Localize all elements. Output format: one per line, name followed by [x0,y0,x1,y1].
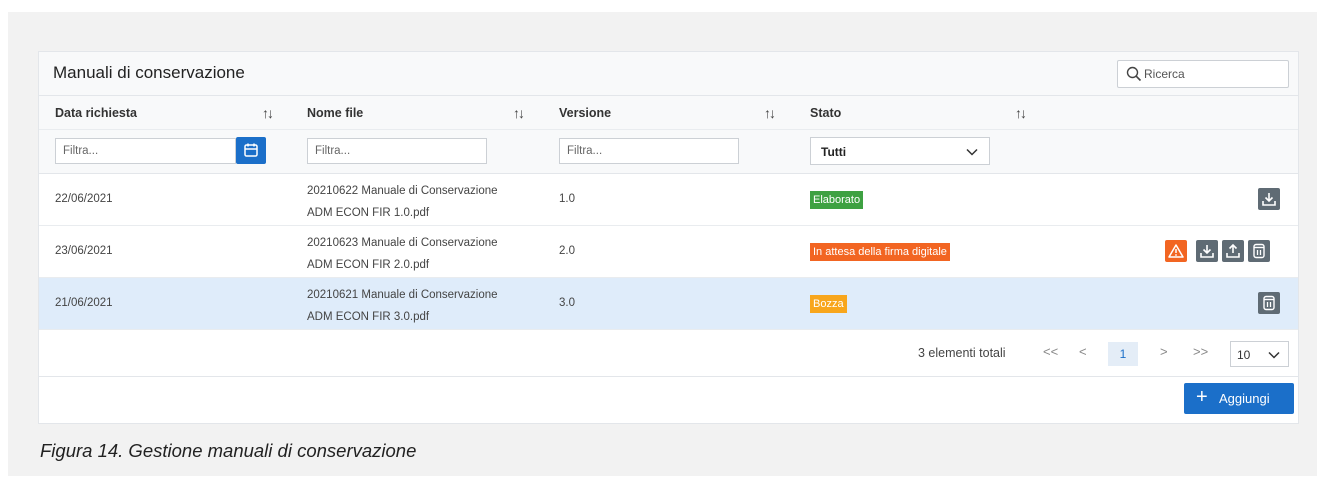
cell-version: 1.0 [559,193,575,205]
column-header-nome-file[interactable]: Nome file [307,106,363,120]
cell-date: 23/06/2021 [55,245,113,257]
filter-row: Tutti [39,130,1298,174]
cell-file-name: 20210622 Manuale di Conservazione ADM EC… [307,180,517,224]
sort-arrows-icon[interactable]: ↑↓ [513,105,525,121]
page-size-value: 10 [1237,348,1251,362]
first-page-button[interactable]: << [1043,344,1058,359]
version-filter-input[interactable] [559,138,739,164]
table-row[interactable]: 23/06/2021 20210623 Manuale di Conservaz… [39,226,1298,278]
pagination-bar: 3 elementi totali << < 1 > >> 10 [39,331,1298,377]
sort-arrows-icon[interactable]: ↑↓ [764,105,776,121]
manuali-panel: Manuali di conservazione Data richiesta … [38,51,1299,424]
delete-button[interactable] [1248,240,1270,262]
status-badge: In attesa della firma digitale [810,243,950,261]
file-name-line: 20210622 Manuale di Conservazione [307,185,498,197]
file-name-line: ADM ECON FIR 3.0.pdf [307,311,430,323]
sort-arrows-icon[interactable]: ↑↓ [1015,105,1027,121]
panel-title: Manuali di conservazione [53,63,245,82]
file-name-line: ADM ECON FIR 1.0.pdf [307,207,430,219]
search-box[interactable] [1117,60,1289,88]
table-header: Data richiesta ↑↓ Nome file ↑↓ Versione … [39,96,1298,130]
sort-arrows-icon[interactable]: ↑↓ [262,105,274,121]
file-name-line: 20210621 Manuale di Conservazione [307,289,498,301]
table-row[interactable]: 21/06/2021 20210621 Manuale di Conservaz… [39,278,1298,330]
trash-icon [1253,243,1265,259]
date-filter-input[interactable] [55,138,236,164]
cell-date: 22/06/2021 [55,193,113,205]
upload-icon [1226,243,1240,258]
search-input[interactable] [1144,65,1284,83]
state-filter-select[interactable]: Tutti [810,137,990,165]
warning-icon [1168,244,1184,258]
status-badge: Bozza [810,295,847,313]
cell-version: 2.0 [559,245,575,257]
plus-icon: + [1196,386,1208,408]
download-icon [1262,193,1276,206]
cell-date: 21/06/2021 [55,297,113,309]
add-button[interactable]: + Aggiungi [1184,383,1294,414]
warning-button[interactable] [1165,240,1187,262]
trash-icon [1263,295,1275,311]
prev-page-button[interactable]: < [1079,344,1087,359]
download-button[interactable] [1196,240,1218,262]
cell-file-name: 20210623 Manuale di Conservazione ADM EC… [307,232,517,276]
figure-caption: Figura 14. Gestione manuali di conservaz… [40,440,417,461]
last-page-button[interactable]: >> [1193,344,1208,359]
status-badge: Elaborato [810,191,864,209]
total-count: 3 elementi totali [918,346,1006,360]
column-header-stato[interactable]: Stato [810,106,841,120]
download-button[interactable] [1258,188,1280,210]
file-filter-input[interactable] [307,138,487,164]
download-icon [1200,245,1214,258]
chevron-down-icon [1268,351,1280,359]
add-button-label: Aggiungi [1219,391,1270,406]
file-name-line: 20210623 Manuale di Conservazione [307,237,498,249]
calendar-icon [244,143,258,157]
state-filter-value: Tutti [821,145,847,159]
chevron-down-icon [966,148,978,156]
search-icon [1126,66,1142,82]
cell-file-name: 20210621 Manuale di Conservazione ADM EC… [307,284,517,328]
column-header-versione[interactable]: Versione [559,106,611,120]
current-page-button[interactable]: 1 [1108,342,1138,366]
file-name-line: ADM ECON FIR 2.0.pdf [307,259,430,271]
upload-button[interactable] [1222,240,1244,262]
column-header-data-richiesta[interactable]: Data richiesta [55,106,137,120]
next-page-button[interactable]: > [1160,344,1168,359]
table-row[interactable]: 22/06/2021 20210622 Manuale di Conservaz… [39,174,1298,226]
cell-version: 3.0 [559,297,575,309]
page-size-select[interactable]: 10 [1230,341,1289,367]
panel-header: Manuali di conservazione [39,52,1298,96]
calendar-button[interactable] [236,137,266,164]
delete-button[interactable] [1258,292,1280,314]
